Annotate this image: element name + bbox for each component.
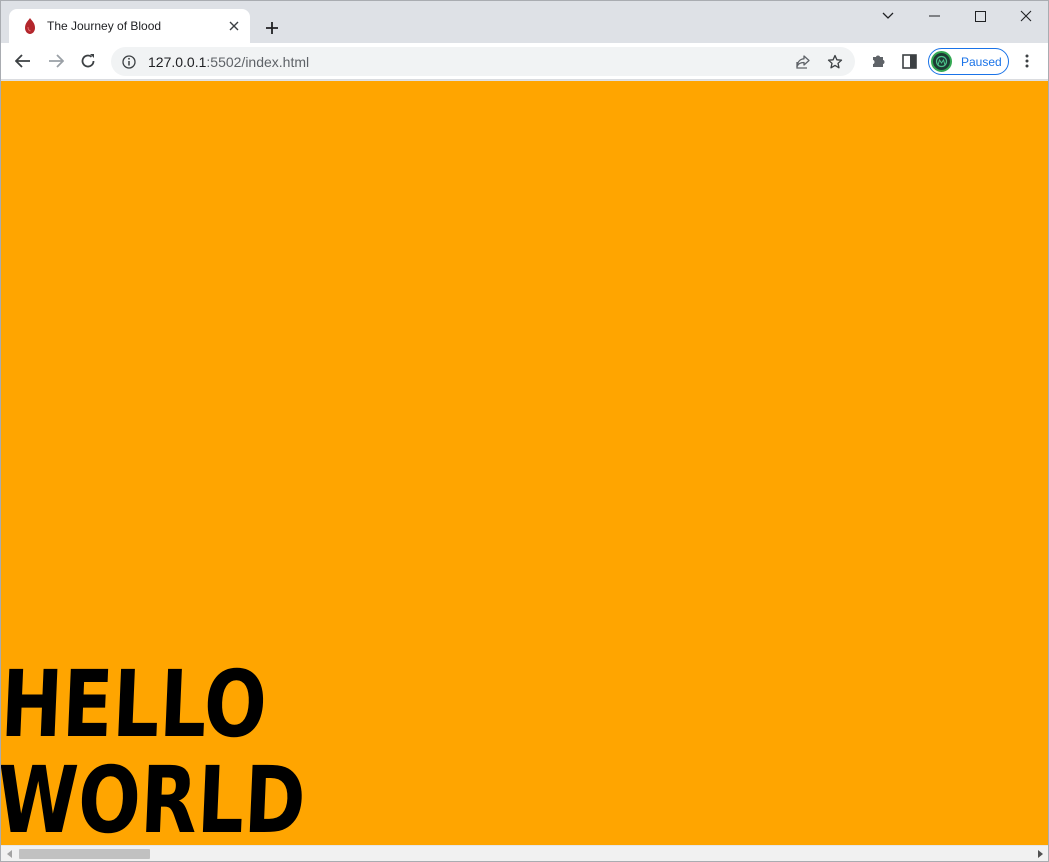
close-tab-icon[interactable] — [224, 16, 244, 36]
new-tab-button[interactable] — [259, 15, 285, 41]
profile-status-label: Paused — [961, 54, 1002, 69]
url-path: :5502/index.html — [206, 53, 310, 70]
scroll-left-arrow-icon[interactable] — [1, 846, 18, 861]
scrollbar-thumb[interactable] — [19, 849, 150, 859]
page-heading: HELLO WORLD — [1, 651, 311, 845]
browser-menu-kebab-icon[interactable] — [1013, 47, 1041, 75]
bookmark-star-icon[interactable] — [821, 48, 849, 76]
maximize-button[interactable] — [957, 1, 1003, 31]
site-info-icon[interactable] — [115, 48, 143, 76]
tab-active[interactable]: The Journey of Blood — [9, 9, 250, 43]
scroll-right-arrow-icon[interactable] — [1031, 846, 1048, 861]
page-viewport: HELLO WORLD — [1, 81, 1048, 845]
tab-search-chevron-down-icon[interactable] — [865, 1, 911, 31]
heading-line-2: WORLD — [1, 747, 308, 845]
reload-icon[interactable] — [74, 47, 102, 75]
forward-arrow-icon[interactable] — [42, 47, 70, 75]
side-panel-icon[interactable] — [895, 47, 923, 75]
tab-strip: The Journey of Blood — [1, 1, 1048, 43]
profile-button[interactable]: Paused — [928, 48, 1009, 75]
share-icon[interactable] — [789, 48, 817, 76]
horizontal-scrollbar[interactable] — [1, 845, 1048, 861]
url-text: 127.0.0.1:5502/index.html — [148, 54, 309, 70]
url-host: 127.0.0.1 — [148, 53, 207, 70]
tab-title: The Journey of Blood — [47, 19, 162, 33]
blood-drop-icon — [22, 18, 38, 34]
extensions-puzzle-icon[interactable] — [864, 47, 892, 75]
close-window-button[interactable] — [1003, 1, 1048, 31]
back-arrow-icon[interactable] — [9, 47, 37, 75]
minimize-button[interactable] — [911, 1, 957, 31]
heading-line-1: HELLO — [1, 651, 269, 758]
avatar — [931, 51, 952, 72]
browser-window: The Journey of Blood 127.0.0.1:5502/inde… — [0, 0, 1049, 862]
address-bar[interactable]: 127.0.0.1:5502/index.html — [111, 47, 855, 76]
browser-toolbar: 127.0.0.1:5502/index.html Paused — [1, 43, 1048, 80]
